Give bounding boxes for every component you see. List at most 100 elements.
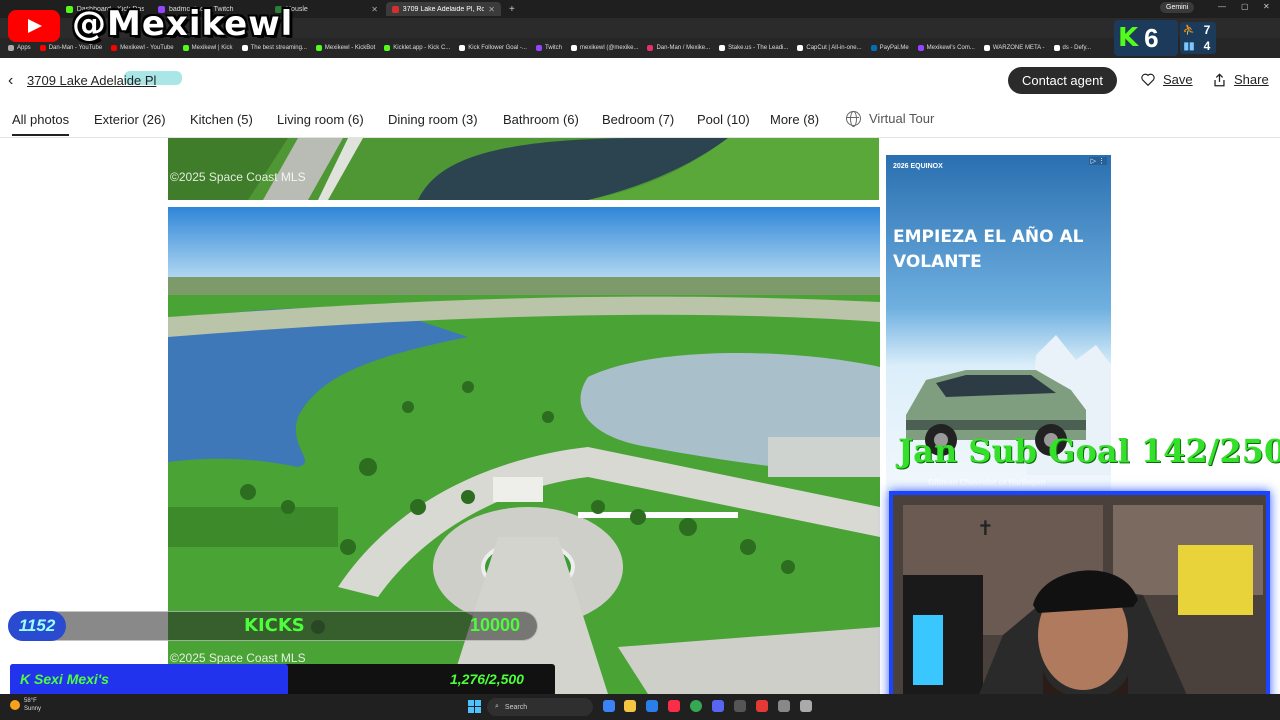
sub-goal-overlay: Jan Sub Goal 142/250 [898, 432, 1280, 470]
bookmark[interactable]: Dan-Man - YouTube [39, 45, 102, 51]
kick-viewer-count: 6 [1144, 22, 1159, 53]
kick-stats-widget: ⛹ 7 ▮▮ 4 [1180, 22, 1216, 54]
kick-logo-icon: K [1118, 23, 1139, 53]
person-icon: ⛹ [1182, 24, 1196, 36]
taskbar-search[interactable]: ⌕ Search [487, 698, 593, 716]
tab-kitchen[interactable]: Kitchen (5) [190, 112, 253, 127]
bookmark[interactable]: ds - Defy... [1053, 45, 1091, 51]
youtube-logo-icon [8, 10, 60, 42]
kick-icon [182, 45, 189, 51]
bookmark[interactable]: The best streaming... [241, 45, 307, 51]
svg-text:✝: ✝ [977, 516, 994, 540]
tab-bathroom[interactable]: Bathroom (6) [503, 112, 579, 127]
sub-progress-count: 1,276/2,500 [450, 671, 524, 687]
minimize-icon[interactable]: — [1218, 2, 1226, 11]
bookmark[interactable]: Mexikewl - YouTube [111, 45, 174, 51]
kick-viewer-badge: K 6 [1114, 20, 1178, 56]
aerial-photo-image [168, 138, 879, 200]
discord-icon[interactable] [712, 700, 724, 712]
chevron-left-icon[interactable]: ‹ [8, 72, 13, 90]
ad-choices-icon[interactable]: ▷ ⋮ [1088, 157, 1107, 165]
browser-tab-listing[interactable]: 3709 Lake Adelaide Pl, Rockled ✕ [386, 2, 501, 16]
bookmark[interactable]: Mexikewl's Com... [917, 45, 975, 51]
stake-icon [719, 45, 726, 51]
weather-widget[interactable]: 58°F Sunny [10, 697, 41, 713]
tab-pool[interactable]: Pool (10) [697, 112, 750, 127]
kicks-label: KICKS [244, 615, 305, 636]
share-icon [1214, 72, 1225, 86]
tab-more[interactable]: More (8) [770, 112, 819, 127]
bookmark[interactable]: CapCut | All-in-one... [797, 45, 862, 51]
bookmark[interactable]: Kicklet.app - Kick C... [384, 45, 450, 51]
file-explorer-icon[interactable] [624, 700, 636, 712]
music-icon[interactable] [668, 700, 680, 712]
bookmark[interactable]: Mexikewl | Kick [182, 45, 233, 51]
virtual-tour-button[interactable]: Virtual Tour [846, 111, 934, 127]
kick-stat-b: 4 [1203, 39, 1211, 53]
kick-logo-icon: K [20, 671, 34, 687]
weather-temperature: 58°F [24, 698, 37, 704]
youtube-icon [111, 45, 118, 51]
streamer-handle: @Mexikewl [72, 4, 294, 44]
photo-category-tabs: All photos Exterior (26) Kitchen (5) Liv… [0, 102, 1280, 138]
kick-stat-a: 7 [1203, 23, 1211, 37]
contact-agent-button[interactable]: Contact agent [1008, 67, 1117, 94]
close-window-icon[interactable]: ✕ [1263, 2, 1270, 11]
bookmark[interactable]: Dan-Man / Mexike... [647, 45, 710, 51]
ad-brand: 2026 EQUINOX [893, 163, 943, 170]
listing-header: ‹ 3709 Lake Adelaide Pl Contact agent Sa… [0, 58, 1280, 102]
app-icon[interactable] [756, 700, 768, 712]
photo-copyright: ©2025 Space Coast MLS [170, 170, 306, 184]
maximize-icon[interactable]: ▢ [1241, 2, 1249, 11]
twitch-icon [535, 45, 542, 51]
photo-copyright: ©2025 Space Coast MLS [170, 651, 306, 665]
instagram-icon [647, 45, 654, 51]
kicks-goal-target: 10000 [470, 615, 521, 635]
page-icon [1053, 45, 1060, 51]
listing-photo[interactable]: ©2025 Space Coast MLS [168, 138, 879, 200]
listing-icon [392, 5, 399, 13]
windows-start-icon[interactable] [468, 700, 481, 713]
app-icon[interactable] [734, 700, 746, 712]
listing-address-link[interactable]: 3709 Lake Adelaide Pl [27, 73, 156, 88]
store-icon[interactable] [646, 700, 658, 712]
save-button[interactable]: Save [1141, 72, 1193, 87]
ad-dealer: Gillman Chevrolet of Harlingen [928, 478, 1046, 487]
kickbot-icon [315, 45, 322, 51]
tab-exterior[interactable]: Exterior (26) [94, 112, 166, 127]
weather-condition: Sunny [24, 706, 42, 712]
tab-all-photos[interactable]: All photos [12, 112, 70, 136]
tab-dining-room[interactable]: Dining room (3) [388, 112, 478, 127]
webcam-overlay: ✝ [889, 491, 1270, 713]
bookmark[interactable]: Twitch [535, 45, 562, 51]
youtube-icon [39, 45, 46, 51]
bookmark[interactable]: Mexikewl - KickBot [315, 45, 375, 51]
bookmark-apps[interactable]: Apps [8, 45, 31, 51]
gemini-button[interactable]: Gemini [1160, 2, 1195, 13]
diamond-icon [241, 45, 248, 51]
app-icon[interactable] [778, 700, 790, 712]
close-tab-icon[interactable]: ✕ [488, 5, 495, 14]
webcam-feed-image: ✝ [893, 495, 1266, 709]
chrome-icon[interactable] [690, 700, 702, 712]
share-button[interactable]: Share [1213, 72, 1269, 87]
bookmark[interactable]: Kick Follower Goal -... [459, 45, 527, 51]
share-label: Share [1234, 72, 1269, 87]
sun-icon [10, 700, 20, 710]
tab-living-room[interactable]: Living room (6) [277, 112, 364, 127]
bookmark[interactable]: mexikewl (@mexike... [571, 45, 638, 51]
close-tab-icon[interactable]: ✕ [371, 5, 378, 14]
microphone-icon[interactable] [800, 700, 812, 712]
search-icon: ⌕ [495, 703, 499, 710]
ad-headline: EMPIEZA EL AÑO AL VOLANTE [893, 227, 1084, 272]
warzone-icon [983, 45, 990, 51]
new-tab-icon[interactable]: + [501, 4, 523, 15]
bookmark[interactable]: Stake.us - The Leadi... [719, 45, 788, 51]
tab-bedroom[interactable]: Bedroom (7) [602, 112, 674, 127]
bar-chart-icon: ▮▮ [1183, 40, 1195, 52]
capcut-icon [797, 45, 804, 51]
bookmark[interactable]: PayPal.Me [870, 45, 909, 51]
globe-icon [846, 111, 861, 127]
copilot-icon[interactable] [603, 700, 615, 712]
bookmark[interactable]: WARZONE META - [983, 45, 1045, 51]
